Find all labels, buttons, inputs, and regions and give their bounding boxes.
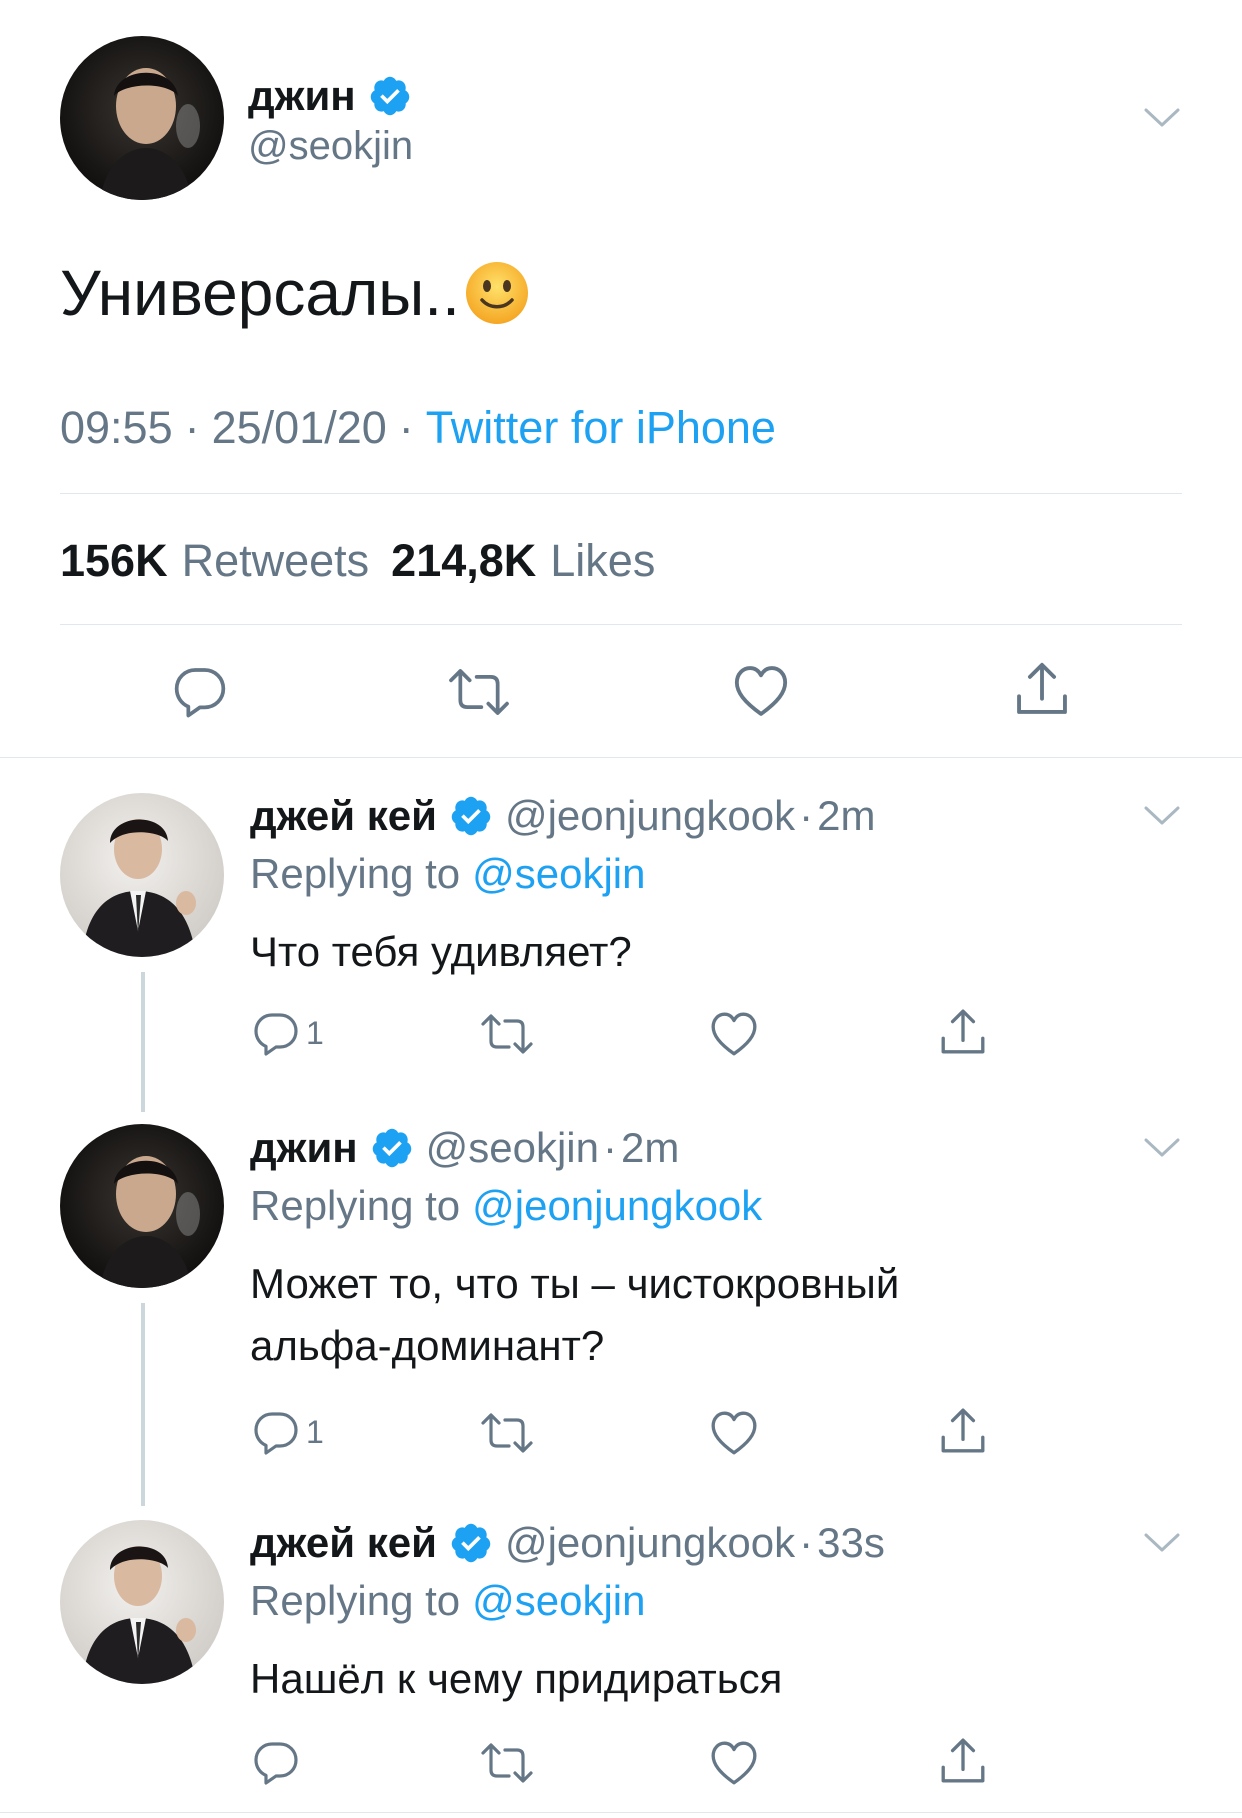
chevron-down-icon[interactable] — [1142, 106, 1182, 130]
heart-icon[interactable] — [709, 1408, 759, 1458]
likes-count[interactable]: 214,8K — [391, 535, 536, 587]
author-handle[interactable]: @seokjin — [426, 1124, 599, 1172]
avatar-seokjin[interactable] — [60, 36, 224, 200]
separator-dot: · — [799, 1519, 814, 1566]
separator-dot: · — [184, 402, 200, 453]
verified-badge-icon — [449, 794, 493, 838]
reply-icon[interactable] — [172, 663, 228, 719]
replying-prefix: Replying to — [250, 850, 461, 897]
author-handle[interactable]: @jeonjungkook — [505, 792, 795, 840]
reply-count: 1 — [306, 1014, 324, 1051]
replying-prefix: Replying to — [250, 1182, 461, 1229]
tweet-text-line-2: альфа-доминант? — [250, 1322, 605, 1369]
share-icon[interactable] — [938, 1007, 988, 1057]
reply-count: 1 — [306, 1413, 324, 1450]
reply-icon[interactable] — [252, 1408, 300, 1456]
share-icon[interactable] — [938, 1736, 988, 1786]
divider — [60, 493, 1182, 494]
separator-dot: · — [603, 1124, 617, 1171]
reply-icon[interactable] — [252, 1009, 300, 1057]
divider — [60, 624, 1182, 625]
replying-to-link[interactable]: @seokjin — [472, 850, 645, 898]
tweet-time: 33s — [817, 1519, 885, 1566]
avatar-jeonjungkook[interactable] — [60, 793, 224, 957]
thread-line — [141, 1303, 145, 1506]
author-name[interactable]: джин — [250, 1124, 358, 1172]
author-handle[interactable]: @seokjin — [248, 124, 413, 169]
retweet-icon[interactable] — [479, 1409, 535, 1457]
verified-badge-icon — [368, 74, 412, 118]
heart-icon[interactable] — [732, 662, 790, 720]
likes-label[interactable]: Likes — [550, 535, 655, 587]
thread-line — [141, 972, 145, 1112]
tweet-time: 09:55 — [60, 402, 173, 453]
section-divider — [0, 757, 1242, 758]
tweet-source-link[interactable]: Twitter for iPhone — [426, 402, 776, 454]
tweet-text: Что тебя удивляет? — [250, 928, 632, 975]
tweet-text: Универсалы.. — [60, 257, 460, 329]
separator-dot: · — [799, 792, 814, 839]
avatar-seokjin[interactable] — [60, 1124, 224, 1288]
tweet-text-line-1: Может то, что ты – чистокровный — [250, 1260, 900, 1307]
retweet-icon[interactable] — [479, 1010, 535, 1058]
smile-emoji-icon — [464, 260, 530, 326]
avatar-jeonjungkook[interactable] — [60, 1520, 224, 1684]
tweet-text: Нашёл к чему придираться — [250, 1655, 783, 1702]
author-handle[interactable]: @jeonjungkook — [505, 1519, 795, 1567]
tweet-time: 2m — [621, 1124, 680, 1171]
bottom-divider — [0, 1812, 1242, 1813]
verified-badge-icon — [370, 1126, 414, 1170]
chevron-down-icon[interactable] — [1142, 1136, 1182, 1160]
separator-dot: · — [398, 402, 414, 453]
share-icon[interactable] — [1013, 660, 1071, 718]
retweet-icon[interactable] — [479, 1739, 535, 1787]
retweets-count[interactable]: 156K — [60, 535, 168, 587]
share-icon[interactable] — [938, 1406, 988, 1456]
chevron-down-icon[interactable] — [1142, 1531, 1182, 1555]
author-name[interactable]: джей кей — [250, 1519, 437, 1567]
verified-badge-icon — [449, 1521, 493, 1565]
retweets-label[interactable]: Retweets — [182, 535, 370, 587]
replying-to-link[interactable]: @jeonjungkook — [472, 1182, 762, 1230]
chevron-down-icon[interactable] — [1142, 804, 1182, 828]
retweet-icon[interactable] — [446, 664, 512, 720]
replying-to-link[interactable]: @seokjin — [472, 1577, 645, 1625]
heart-icon[interactable] — [709, 1009, 759, 1059]
replying-prefix: Replying to — [250, 1577, 461, 1624]
tweet-date: 25/01/20 — [211, 402, 387, 453]
heart-icon[interactable] — [709, 1738, 759, 1788]
tweet-time: 2m — [817, 792, 876, 839]
reply-icon[interactable] — [252, 1738, 300, 1786]
author-name[interactable]: джей кей — [250, 792, 437, 840]
author-name[interactable]: джин — [248, 72, 356, 120]
